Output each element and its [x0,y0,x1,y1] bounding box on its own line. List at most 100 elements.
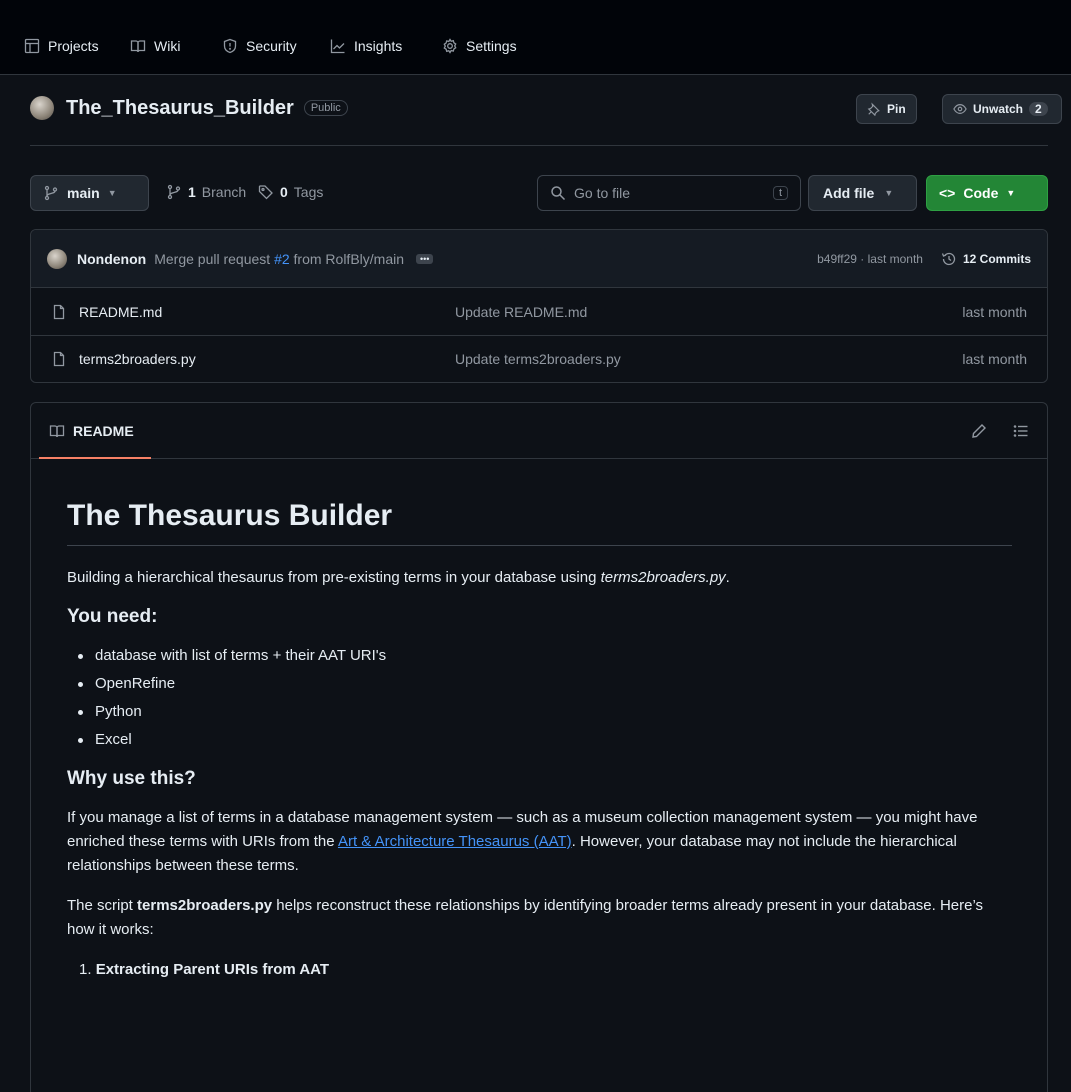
commit-message-prefix: Merge pull request [154,250,271,267]
git-branch-icon [167,184,181,200]
unwatch-label: Unwatch [973,102,1024,116]
why-p2-text-a: The script [67,897,138,914]
commits-link[interactable]: 12 Commits [941,251,1031,267]
nav-label: Wiki [154,38,181,54]
pr-link[interactable]: #2 [274,251,290,267]
author-avatar[interactable] [47,248,67,269]
aat-link[interactable]: Art & Architecture Thesaurus (AAT) [338,833,572,850]
commit-message[interactable]: Merge pull request #2 from RolfBly/main [154,251,404,267]
file-icon [53,351,65,367]
nav-label: Settings [466,38,517,54]
nav-label: Insights [354,38,403,54]
tag-count: 0 [280,184,288,200]
nav-tab-insights[interactable]: Insights [330,38,402,54]
repo-name[interactable]: The_Thesaurus_Builder [66,97,294,120]
readme-content: The Thesaurus Builder Building a hierarc… [67,499,1012,982]
branch-select-button[interactable]: main ▼ [30,175,149,211]
chevron-down-icon: ▼ [884,188,894,198]
readme-tabbar: README [31,403,1047,459]
nav-tab-projects[interactable]: Projects [24,38,99,54]
commit-hash-time[interactable]: b49ff29 · last month [817,252,923,266]
steps-list: 1. Extracting Parent URIs from AAT [67,958,1012,982]
unwatch-button[interactable]: Unwatch 2 [942,94,1062,124]
add-file-button[interactable]: Add file ▼ [808,175,917,211]
branch-count: 1 [188,184,196,200]
branch-label: Branch [201,184,247,200]
why-heading: Why use this? [67,768,196,789]
git-branch-icon [44,185,58,201]
pin-icon [867,102,880,116]
commit-message-suffix: from RolfBly/main [293,250,404,267]
visibility-badge: Public [303,100,348,116]
header-divider [30,145,1048,146]
need-heading: You need: [67,606,158,627]
readme-panel: README The Thesaurus Builder Building a … [30,402,1048,1092]
nav-label: Security [246,38,297,54]
branches-link[interactable]: 1 Branch [166,184,246,200]
code-label: Code [963,185,999,201]
repo-nav: Projects Wiki Security Insights Settings [0,0,1071,75]
chevron-down-icon: ▼ [1006,188,1016,198]
list-item: Python [67,700,1012,724]
tag-label: Tags [293,184,324,200]
table-icon [24,38,40,54]
nav-tab-settings[interactable]: Settings [442,38,517,54]
file-row[interactable]: README.md Update README.md last month [31,288,1047,335]
nav-label: Projects [48,38,99,54]
file-icon [53,304,65,319]
shortcut-key: t [772,186,788,200]
tab-readme[interactable]: README [49,423,134,439]
chevron-down-icon: ▼ [107,188,117,198]
repo-header: The_Thesaurus_Builder Public [30,96,348,120]
readme-actions [971,423,1029,439]
watch-count: 2 [1029,102,1048,116]
search-placeholder: Go to file [574,185,631,201]
why-p2-script: terms2broaders.py [137,897,273,914]
intro-end: . [725,569,730,586]
tag-icon [258,185,273,200]
list-item: OpenRefine [67,672,1012,696]
book-icon [130,40,146,53]
commits-label: 12 Commits [962,251,1031,266]
latest-commit-row: Nondenon Merge pull request #2 from Rolf… [31,230,1047,288]
file-commit-message[interactable]: Update terms2broaders.py [455,351,621,367]
code-icon: <> [939,185,956,201]
readme-title: The Thesaurus Builder [67,499,1012,546]
add-file-label: Add file [823,185,875,201]
file-row[interactable]: terms2broaders.py Update terms2broaders.… [31,335,1047,382]
needs-list: database with list of terms + their AAT … [67,644,1012,752]
code-button[interactable]: <> Code ▼ [926,175,1048,211]
search-icon [551,186,566,201]
intro-script: terms2broaders.py [600,569,726,586]
pin-label: Pin [887,102,906,116]
step-title: Extracting Parent URIs from AAT [95,961,330,978]
shield-icon [223,38,237,54]
file-browser: Nondenon Merge pull request #2 from Rolf… [30,229,1048,383]
eye-icon [953,104,967,114]
tab-label: README [73,422,134,439]
ellipsis-button[interactable]: ••• [416,253,434,264]
go-to-file-input[interactable]: Go to file t [537,175,801,211]
intro-paragraph: Building a hierarchical thesaurus from p… [67,566,1012,590]
owner-avatar[interactable] [30,96,54,120]
file-commit-date: last month [962,351,1027,367]
branch-name: main [67,185,100,201]
file-name[interactable]: terms2broaders.py [79,351,196,367]
history-icon [941,252,956,265]
intro-text: Building a hierarchical thesaurus from p… [67,569,601,586]
nav-tab-security[interactable]: Security [222,38,297,54]
pin-button[interactable]: Pin [856,94,917,124]
gear-icon [443,38,457,54]
nav-tab-wiki[interactable]: Wiki [130,38,180,54]
file-commit-message[interactable]: Update README.md [455,304,587,320]
pencil-icon[interactable] [971,423,987,439]
graph-icon [330,39,345,54]
tags-link[interactable]: 0 Tags [258,184,323,200]
why-paragraph-1: If you manage a list of terms in a datab… [67,806,1012,878]
list-icon[interactable] [1013,423,1029,439]
book-icon [49,424,65,437]
commit-author[interactable]: Nondenon [77,251,146,267]
list-item: 1. Extracting Parent URIs from AAT [79,961,330,978]
list-item: database with list of terms + their AAT … [67,644,1012,668]
file-name[interactable]: README.md [79,304,162,320]
